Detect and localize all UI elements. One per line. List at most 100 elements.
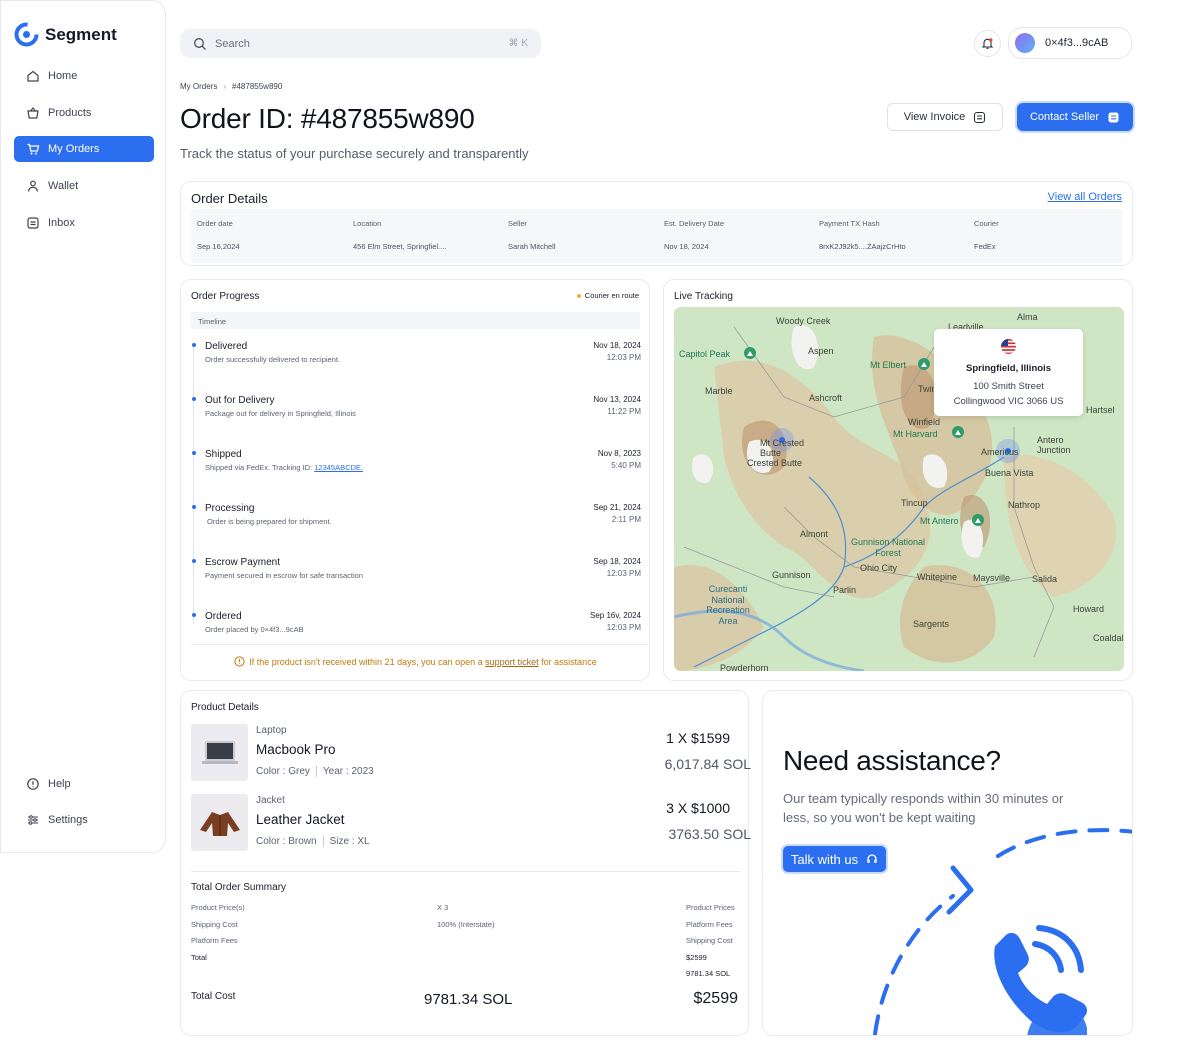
total-cost-sol: 9781.34 SOL [424, 991, 513, 1008]
timeline-step: Out for Delivery Package out for deliver… [191, 393, 641, 433]
order-details-title: Order Details [191, 191, 268, 206]
jacket-image [191, 794, 248, 851]
live-tracking-title: Live Tracking [674, 291, 733, 302]
map-place: Winfield [908, 417, 941, 427]
info-icon [27, 778, 39, 790]
breadcrumb: My Orders › #487855w890 [180, 82, 282, 91]
status-badge: Courier en route [576, 291, 639, 300]
product-row[interactable]: Jacket Leather Jacket Color : Brown Size … [191, 794, 751, 852]
sidebar-item-label: Help [48, 778, 71, 790]
note-text-end: for assistance [538, 657, 597, 667]
map-place: Crested Butte [747, 458, 803, 468]
app-name: Segment [45, 24, 117, 44]
view-invoice-button[interactable]: View Invoice [887, 103, 1003, 131]
contact-seller-button[interactable]: Contact Seller [1017, 103, 1133, 131]
view-invoice-label: View Invoice [903, 111, 966, 123]
tracking-map[interactable]: Woody Creek Alma Leadville Capitol Peak … [674, 307, 1124, 671]
order-progress-card: Order Progress Courier en route Timeline… [180, 279, 650, 681]
map-place: Hartsel [1086, 405, 1115, 415]
search-input[interactable]: Search ⌘ K [180, 29, 541, 58]
product-row[interactable]: Laptop Macbook Pro Color : Grey Year : 20… [191, 724, 751, 782]
map-place: Parlin [833, 585, 857, 595]
sidebar-item-settings[interactable]: Settings [14, 807, 154, 833]
step-time: 12:03 PM [606, 569, 641, 578]
inbox-icon [27, 217, 39, 229]
step-time: 12:03 PM [606, 623, 641, 632]
map-place: Powderhorn [720, 663, 769, 671]
map-place: Curecanti National Recreation Area [706, 584, 750, 626]
summary-value: Platform Fees [686, 920, 733, 929]
total-cost-label: Total Cost [191, 991, 236, 1002]
contact-seller-label: Contact Seller [1029, 111, 1100, 123]
tracking-id-link[interactable]: 12345ABCDE. [314, 463, 363, 472]
map-place: Coaldal [1093, 633, 1124, 643]
warning-circle-icon [234, 656, 245, 667]
step-dot-icon [192, 397, 196, 401]
map-place: Alma [1017, 312, 1038, 322]
timeline-step: Shipped Shipped via FedEx. Tracking ID: … [191, 447, 641, 487]
step-name: Shipped [205, 449, 242, 460]
product-color: Color : Grey [256, 766, 310, 778]
search-shortcut: ⌘ K [508, 38, 528, 49]
product-category: Laptop [256, 725, 287, 736]
step-date: Sep 16v, 2024 [589, 611, 641, 620]
step-dot-icon [192, 451, 196, 455]
step-desc: Order is being prepared for shipment. [207, 517, 332, 526]
sidebar-item-home[interactable]: Home [14, 63, 154, 89]
sidebar-item-label: Products [48, 107, 92, 119]
avatar [1015, 33, 1035, 53]
sidebar-item-inbox[interactable]: Inbox [14, 210, 154, 236]
step-dot-icon [192, 505, 196, 509]
summary-label: Total [191, 953, 207, 962]
location-popup: Springfield, Illinois 100 Smith Street C… [934, 329, 1083, 416]
product-sol-price: 3763.50 SOL [668, 826, 751, 842]
laptop-image [191, 724, 248, 781]
sidebar-item-wallet[interactable]: Wallet [14, 173, 154, 199]
product-details-title: Product Details [191, 702, 259, 713]
step-name: Escrow Payment [205, 557, 281, 568]
order-progress-title: Order Progress [191, 291, 260, 302]
live-tracking-card: Live Tracking Woody Creek Alma Leadville… [663, 279, 1133, 681]
map-place: Gunnison [772, 570, 811, 580]
map-place: Antero Junction [1037, 435, 1071, 455]
step-desc: Package out for delivery in Springfield,… [205, 409, 356, 418]
step-desc: Shipped via FedEx. Tracking ID: 12345ABC… [205, 463, 363, 472]
chevron-right-icon: › [223, 82, 227, 91]
breadcrumb-parent[interactable]: My Orders [180, 82, 217, 91]
popup-city: Springfield, Illinois [966, 363, 1051, 374]
step-time: 2:11 PM [611, 515, 641, 524]
assistance-card: Need assistance? Our team typically resp… [762, 690, 1133, 1036]
account-chip[interactable]: 0×4f3...9cAB [1008, 27, 1132, 59]
summary-value: 100% (Interstate) [437, 920, 495, 929]
app-logo[interactable]: Segment [14, 22, 117, 47]
wallet-address: 0×4f3...9cAB [1045, 37, 1109, 49]
sidebar-item-label: Wallet [48, 180, 79, 192]
seller-value: Sarah Mitchell [508, 242, 556, 251]
map-place: Almont [800, 529, 829, 539]
notification-button[interactable] [974, 30, 1001, 57]
map-place: Woody Creek [776, 316, 831, 326]
sidebar-item-products[interactable]: Products [14, 100, 154, 126]
support-ticket-link[interactable]: support ticket [485, 657, 539, 667]
product-category: Jacket [256, 795, 285, 806]
sidebar-item-label: Inbox [48, 217, 75, 229]
location-value: 456 Elm Street, Springfiel.... [353, 242, 447, 251]
step-date: Nov 13, 2024 [593, 395, 641, 404]
phone-call-illustration [873, 828, 1132, 1035]
step-time: 5:40 PM [611, 461, 641, 470]
map-place: Mt Elbert [870, 360, 907, 370]
status-text: Courier en route [584, 291, 639, 300]
popup-address-line2: Collingwood VIC 3066 US [953, 396, 1064, 407]
product-color: Color : Brown [256, 836, 317, 848]
product-sol-price: 6,017.84 SOL [664, 756, 751, 772]
step-name: Delivered [205, 341, 248, 352]
map-place: Ashcroft [809, 393, 843, 403]
sidebar-item-my-orders[interactable]: My Orders [14, 136, 154, 162]
product-qty-price: 1 X $1599 [666, 730, 730, 746]
sidebar-item-label: My Orders [48, 143, 100, 155]
view-all-orders-link[interactable]: View all Orders [1048, 191, 1122, 203]
step-desc-text: Shipped via FedEx. Tracking ID: [205, 463, 313, 472]
sidebar-item-help[interactable]: Help [14, 771, 154, 797]
sliders-icon [28, 815, 38, 825]
map-place: Gunnison National Forest [850, 537, 926, 558]
